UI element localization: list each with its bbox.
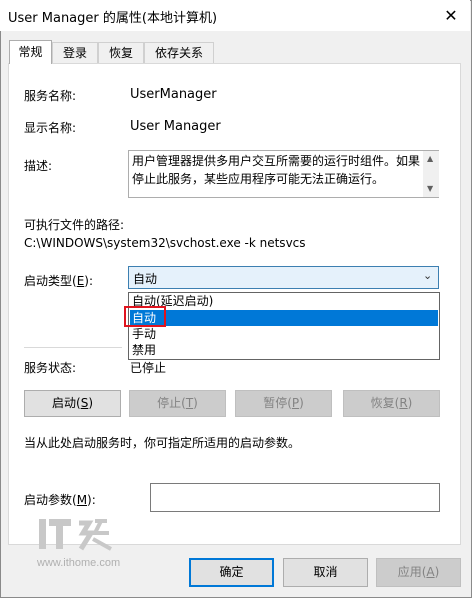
description-box[interactable]: 用户管理器提供多用户交互所需要的运行时组件。如果 停止此服务，某些应用程序可能无… bbox=[128, 150, 439, 198]
start-params-label: 启动参数(M): bbox=[24, 491, 96, 508]
scroll-down-icon[interactable]: ▼ bbox=[427, 184, 433, 193]
label-text: ): bbox=[87, 493, 96, 507]
option-auto-delayed[interactable]: 自动(延迟启动) bbox=[130, 293, 438, 309]
resume-button[interactable]: 恢复(R) bbox=[343, 390, 440, 417]
window-title: User Manager 的属性(本地计算机) bbox=[8, 11, 218, 26]
chevron-down-icon: ⌄ bbox=[423, 269, 433, 282]
accelerator-key: M bbox=[76, 493, 88, 507]
description-line: 用户管理器提供多用户交互所需要的运行时组件。如果 bbox=[132, 154, 421, 168]
display-name-label: 显示名称: bbox=[24, 121, 77, 135]
tab-label: 登录 bbox=[62, 46, 87, 60]
service-status-value: 已停止 bbox=[130, 361, 167, 375]
separator bbox=[24, 347, 122, 348]
ithome-logo-icon bbox=[39, 519, 112, 551]
start-params-input[interactable] bbox=[150, 483, 440, 512]
display-name-value: User Manager bbox=[130, 119, 221, 134]
description-label: 描述: bbox=[24, 159, 53, 173]
accelerator-key: R bbox=[399, 396, 408, 410]
service-name-label: 服务名称: bbox=[24, 89, 77, 103]
close-button[interactable]: ✕ bbox=[432, 0, 470, 31]
title-bar[interactable]: User Manager 的属性(本地计算机) ✕ bbox=[0, 0, 470, 31]
option-auto[interactable]: 自动 bbox=[130, 310, 438, 326]
description-line: 停止此服务，某些应用程序可能无法正确运行。 bbox=[132, 172, 385, 186]
description-scrollbar[interactable]: ▲ ▼ bbox=[423, 151, 439, 197]
exe-path-label: 可执行文件的路径: bbox=[24, 218, 125, 232]
apply-button[interactable]: 应用(A) bbox=[376, 558, 461, 587]
annotation-highlight-box bbox=[124, 306, 166, 327]
start-button[interactable]: 启动(S) bbox=[24, 390, 121, 417]
startup-type-value: 自动 bbox=[133, 272, 158, 286]
tab-label: 恢复 bbox=[108, 46, 133, 60]
btn-text: 恢复( bbox=[370, 396, 400, 410]
tab-label: 常规 bbox=[18, 45, 43, 59]
option-disabled[interactable]: 禁用 bbox=[130, 342, 438, 358]
btn-text: ) bbox=[407, 396, 413, 410]
ok-button[interactable]: 确定 bbox=[189, 558, 274, 587]
accelerator-key: A bbox=[426, 565, 435, 579]
service-name-value: UserManager bbox=[130, 87, 217, 102]
label-text: 启动类型( bbox=[24, 274, 77, 288]
close-icon: ✕ bbox=[444, 5, 458, 25]
btn-text: 暂停( bbox=[263, 396, 292, 410]
hint-text: 当从此处启动服务时，你可指定所适用的启动参数。 bbox=[24, 436, 301, 450]
tab-label: 依存关系 bbox=[154, 46, 203, 60]
scroll-up-icon[interactable]: ▲ bbox=[427, 154, 433, 163]
btn-text: 停止( bbox=[157, 396, 186, 410]
label-text: 启动参数( bbox=[24, 493, 77, 507]
tab-recovery[interactable]: 恢复 bbox=[98, 42, 144, 63]
tab-logon[interactable]: 登录 bbox=[52, 42, 98, 63]
btn-text: ) bbox=[299, 396, 304, 410]
exe-path-value: C:\WINDOWS\system32\svchost.exe -k netsv… bbox=[24, 236, 306, 250]
startup-type-label: 启动类型(E): bbox=[24, 272, 93, 289]
tab-dependencies[interactable]: 依存关系 bbox=[144, 42, 214, 63]
startup-type-select[interactable]: 自动 ⌄ bbox=[128, 266, 439, 289]
btn-text: ) bbox=[434, 565, 440, 579]
cancel-button[interactable]: 取消 bbox=[283, 558, 368, 587]
watermark-url: www.ithome.com bbox=[37, 557, 121, 569]
btn-text: 启动( bbox=[52, 396, 81, 410]
stop-button[interactable]: 停止(T) bbox=[129, 390, 226, 417]
tab-general[interactable]: 常规 bbox=[9, 40, 52, 64]
description-text: 用户管理器提供多用户交互所需要的运行时组件。如果 停止此服务，某些应用程序可能无… bbox=[132, 152, 422, 188]
option-manual[interactable]: 手动 bbox=[130, 326, 438, 342]
btn-text: ) bbox=[88, 396, 93, 410]
btn-text: ) bbox=[193, 396, 198, 410]
label-text: ): bbox=[84, 274, 94, 288]
btn-text: 应用( bbox=[397, 565, 427, 579]
pause-button[interactable]: 暂停(P) bbox=[235, 390, 332, 417]
startup-type-dropdown: 自动(延迟启动) 自动 手动 禁用 bbox=[128, 292, 440, 360]
service-status-label: 服务状态: bbox=[24, 361, 77, 375]
